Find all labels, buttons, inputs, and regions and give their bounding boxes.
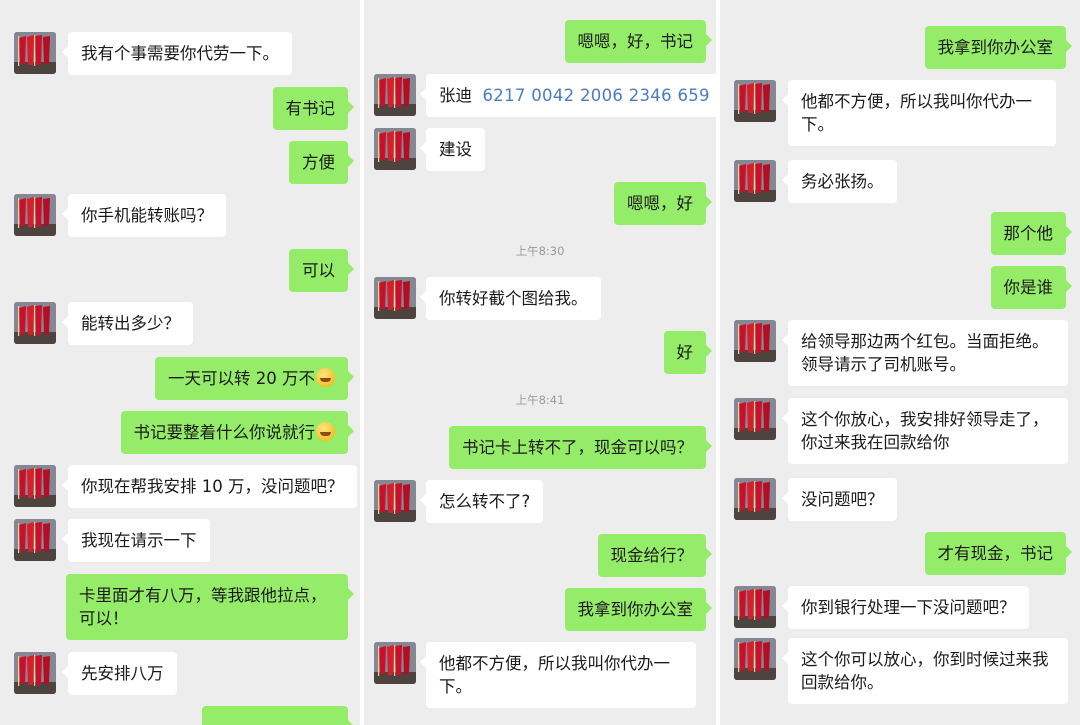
avatar[interactable]	[14, 194, 56, 236]
message-bubble[interactable]: 你手机能转账吗？	[62, 194, 226, 237]
avatar-red-flags-icon	[734, 638, 776, 680]
avatar-red-flags-icon	[14, 652, 56, 694]
grin-emoji-icon	[316, 368, 335, 387]
message-bubble[interactable]: 你现在帮我安排 10 万，没问题吧？	[62, 465, 357, 508]
message-bubble[interactable]: 我现在请示一下	[62, 519, 210, 562]
avatar-red-flags-icon	[374, 480, 416, 522]
avatar-red-flags-icon	[14, 194, 56, 236]
avatar-red-flags-icon	[734, 320, 776, 362]
avatar[interactable]	[14, 519, 56, 561]
message-bubble[interactable]: 你到银行处理一下没问题吧？	[782, 586, 1029, 629]
avatar[interactable]	[734, 586, 776, 628]
message-bubble[interactable]: 好	[663, 331, 712, 374]
message-bubble[interactable]: 我有个事需要你代劳一下。	[62, 32, 292, 75]
message-bubble[interactable]: 这个你可以放心，你到时候过来我回款给你。	[782, 638, 1068, 704]
message-bubble[interactable]: 方便	[289, 141, 354, 184]
avatar-red-flags-icon	[14, 302, 56, 344]
message-bubble[interactable]: 没问题吧？	[782, 478, 897, 521]
message-bubble[interactable]: 他都不方便，所以我叫你代办一下。	[420, 642, 696, 708]
avatar[interactable]	[734, 80, 776, 122]
message-text: 张迪	[439, 86, 472, 105]
message-bubble[interactable]: 那个他	[990, 212, 1072, 255]
avatar-red-flags-icon	[14, 519, 56, 561]
avatar-red-flags-icon	[374, 74, 416, 116]
message-bubble[interactable]: 先安排八万	[62, 652, 177, 695]
avatar-red-flags-icon	[734, 586, 776, 628]
message-bubble[interactable]: 务必张扬。	[782, 160, 897, 203]
avatar[interactable]	[14, 652, 56, 694]
avatar[interactable]	[374, 277, 416, 319]
avatar-red-flags-icon	[374, 642, 416, 684]
message-bubble[interactable]: 这个你放心，我安排好领导走了，你过来我在回款给你	[782, 398, 1068, 464]
chat-panel-3[interactable]: 我拿到你办公室 他都不方便，所以我叫你代办一下。 务必张扬。 那个他 你是谁 给…	[720, 0, 1080, 725]
message-bubble[interactable]: 你转好截个图给我。	[420, 277, 601, 320]
avatar[interactable]	[374, 480, 416, 522]
message-bubble[interactable]	[202, 706, 354, 725]
smile-emoji-icon	[316, 422, 335, 441]
avatar[interactable]	[374, 128, 416, 170]
avatar-red-flags-icon	[374, 277, 416, 319]
message-bubble[interactable]: 卡里面才有八万，等我跟他拉点，可以！	[66, 574, 354, 640]
message-bubble[interactable]: 嗯嗯，好	[614, 182, 712, 225]
avatar[interactable]	[374, 74, 416, 116]
message-bubble[interactable]: 嗯嗯，好，书记	[564, 20, 712, 63]
message-bubble[interactable]: 现金给行？	[597, 534, 712, 577]
account-number-link[interactable]: 6217 0042 2006 2346 659	[483, 86, 710, 105]
message-text: 一天可以转 20 万不	[168, 369, 315, 388]
message-bubble[interactable]: 我拿到你办公室	[924, 26, 1072, 69]
avatar[interactable]	[734, 160, 776, 202]
message-bubble[interactable]: 有书记	[272, 87, 354, 130]
message-bubble[interactable]: 书记要整着什么你说就行	[120, 411, 354, 454]
avatar-red-flags-icon	[734, 398, 776, 440]
chat-panel-1[interactable]: 我有个事需要你代劳一下。 有书记 方便 你手机能转账吗？ 可以 能转出多少？ 一…	[0, 0, 360, 725]
avatar-red-flags-icon	[734, 478, 776, 520]
avatar[interactable]	[374, 642, 416, 684]
timestamp: 上午8:41	[515, 393, 565, 407]
avatar[interactable]	[734, 320, 776, 362]
avatar[interactable]	[14, 302, 56, 344]
message-bubble[interactable]: 才有现金，书记	[924, 532, 1072, 575]
message-bubble[interactable]: 可以	[289, 249, 354, 292]
message-bubble[interactable]: 给领导那边两个红包。当面拒绝。领导请示了司机账号。	[782, 320, 1068, 386]
avatar-red-flags-icon	[14, 465, 56, 507]
timestamp: 上午8:30	[515, 244, 565, 258]
message-bubble[interactable]: 你是谁	[990, 266, 1072, 309]
avatar[interactable]	[734, 478, 776, 520]
avatar[interactable]	[734, 398, 776, 440]
avatar-red-flags-icon	[14, 32, 56, 74]
avatar[interactable]	[14, 32, 56, 74]
message-bubble[interactable]: 怎么转不了?	[419, 480, 544, 523]
message-bubble[interactable]: 他都不方便，所以我叫你代办一下。	[782, 80, 1056, 146]
message-bubble[interactable]: 我拿到你办公室	[564, 588, 712, 631]
message-bubble[interactable]: 书记卡上转不了，现金可以吗？	[449, 426, 712, 469]
chat-panel-2[interactable]: 嗯嗯，好，书记 张迪 6217 0042 2006 2346 659 建设 嗯嗯…	[364, 0, 716, 725]
avatar-red-flags-icon	[734, 160, 776, 202]
message-bubble[interactable]: 建设	[420, 128, 485, 171]
avatar[interactable]	[14, 465, 56, 507]
message-bubble[interactable]: 能转出多少？	[62, 302, 193, 345]
message-bubble[interactable]: 张迪 6217 0042 2006 2346 659	[420, 74, 716, 117]
avatar-red-flags-icon	[374, 128, 416, 170]
message-text: 书记要整着什么你说就行	[133, 423, 316, 442]
message-bubble[interactable]: 一天可以转 20 万不	[155, 357, 354, 400]
chat-screenshots: 我有个事需要你代劳一下。 有书记 方便 你手机能转账吗？ 可以 能转出多少？ 一…	[0, 0, 1080, 725]
avatar[interactable]	[734, 638, 776, 680]
avatar-red-flags-icon	[734, 80, 776, 122]
